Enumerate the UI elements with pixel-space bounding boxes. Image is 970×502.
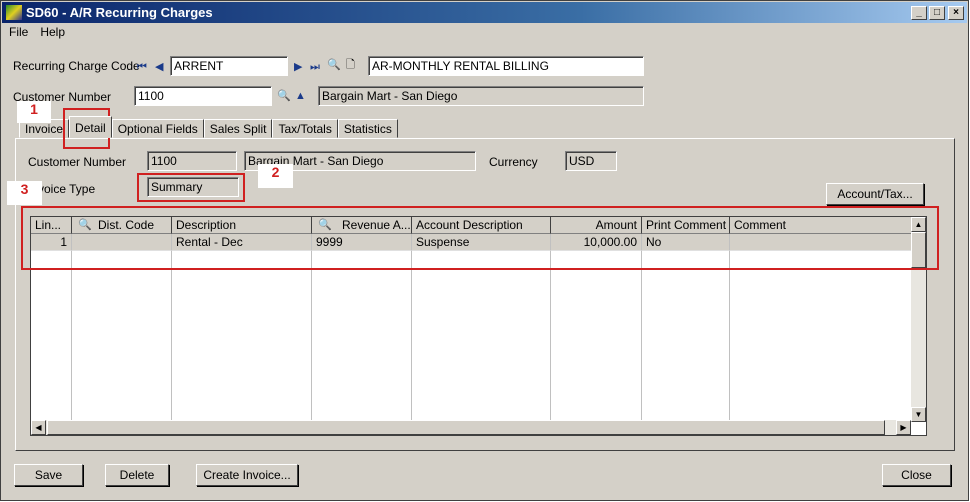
scroll-left-icon[interactable]: ◀ (31, 420, 46, 435)
tab-statistics[interactable]: Statistics (337, 119, 398, 138)
close-button[interactable]: Close (882, 464, 951, 486)
next-record-icon[interactable]: ▶ (294, 61, 302, 73)
code-description-input[interactable]: AR-MONTHLY RENTAL BILLING (368, 56, 644, 76)
code-input[interactable]: ARRENT (170, 56, 288, 76)
search-icon[interactable]: 🔍 (327, 59, 341, 71)
save-button[interactable]: Save (14, 464, 83, 486)
code-label: Recurring Charge Code (13, 59, 140, 73)
window: SD60 - A/R Recurring Charges _ □ × File … (0, 0, 969, 501)
annotation-box-3 (21, 206, 939, 270)
annotation-label-3: 3 (7, 181, 42, 205)
annotation-box-2 (137, 173, 245, 202)
scroll-right-icon[interactable]: ▶ (896, 420, 911, 435)
account-tax-button[interactable]: Account/Tax... (826, 183, 924, 205)
tab-sales-split[interactable]: Sales Split (203, 119, 273, 138)
customer-name-field: Bargain Mart - San Diego (318, 86, 644, 106)
create-invoice-button[interactable]: Create Invoice... (196, 464, 298, 486)
first-record-icon[interactable]: ⏮ (137, 61, 147, 73)
minimize-button[interactable]: _ (911, 6, 927, 20)
zoom-up-icon[interactable]: ▲ (295, 90, 306, 102)
delete-button[interactable]: Delete (105, 464, 169, 486)
tab-optional-fields[interactable]: Optional Fields (111, 119, 204, 138)
title-bar: SD60 - A/R Recurring Charges _ □ × (2, 2, 967, 23)
menu-file[interactable]: File (9, 25, 28, 39)
last-record-icon[interactable]: ⏭ (310, 61, 320, 73)
tab-detail[interactable]: Detail (69, 116, 112, 138)
maximize-button[interactable]: □ (929, 6, 945, 20)
empty-rows (31, 251, 911, 422)
customer-input[interactable]: 1100 (134, 86, 272, 106)
close-window-button[interactable]: × (948, 6, 964, 20)
new-document-icon[interactable]: 🗋 (346, 59, 355, 71)
annotation-label-2: 2 (258, 164, 293, 188)
detail-customer-label: Customer Number (28, 155, 127, 169)
tab-tax-totals[interactable]: Tax/Totals (272, 119, 338, 138)
horizontal-scrollbar[interactable]: ◀ ▶ (31, 420, 911, 435)
detail-customer-field: 1100 (147, 151, 237, 171)
customer-search-icon[interactable]: 🔍 (277, 90, 291, 102)
currency-label: Currency (489, 155, 538, 169)
menu-bar: File Help (9, 25, 65, 39)
hscroll-thumb[interactable] (47, 420, 885, 435)
annotation-label-1: 1 (17, 101, 51, 123)
previous-record-icon[interactable]: ◀ (155, 61, 163, 73)
app-icon (6, 5, 22, 20)
menu-help[interactable]: Help (40, 25, 65, 39)
tab-bar: Invoice Detail Optional Fields Sales Spl… (19, 116, 398, 138)
window-title: SD60 - A/R Recurring Charges (26, 5, 213, 20)
scroll-down-icon[interactable]: ▼ (911, 407, 926, 422)
currency-field: USD (565, 151, 617, 171)
